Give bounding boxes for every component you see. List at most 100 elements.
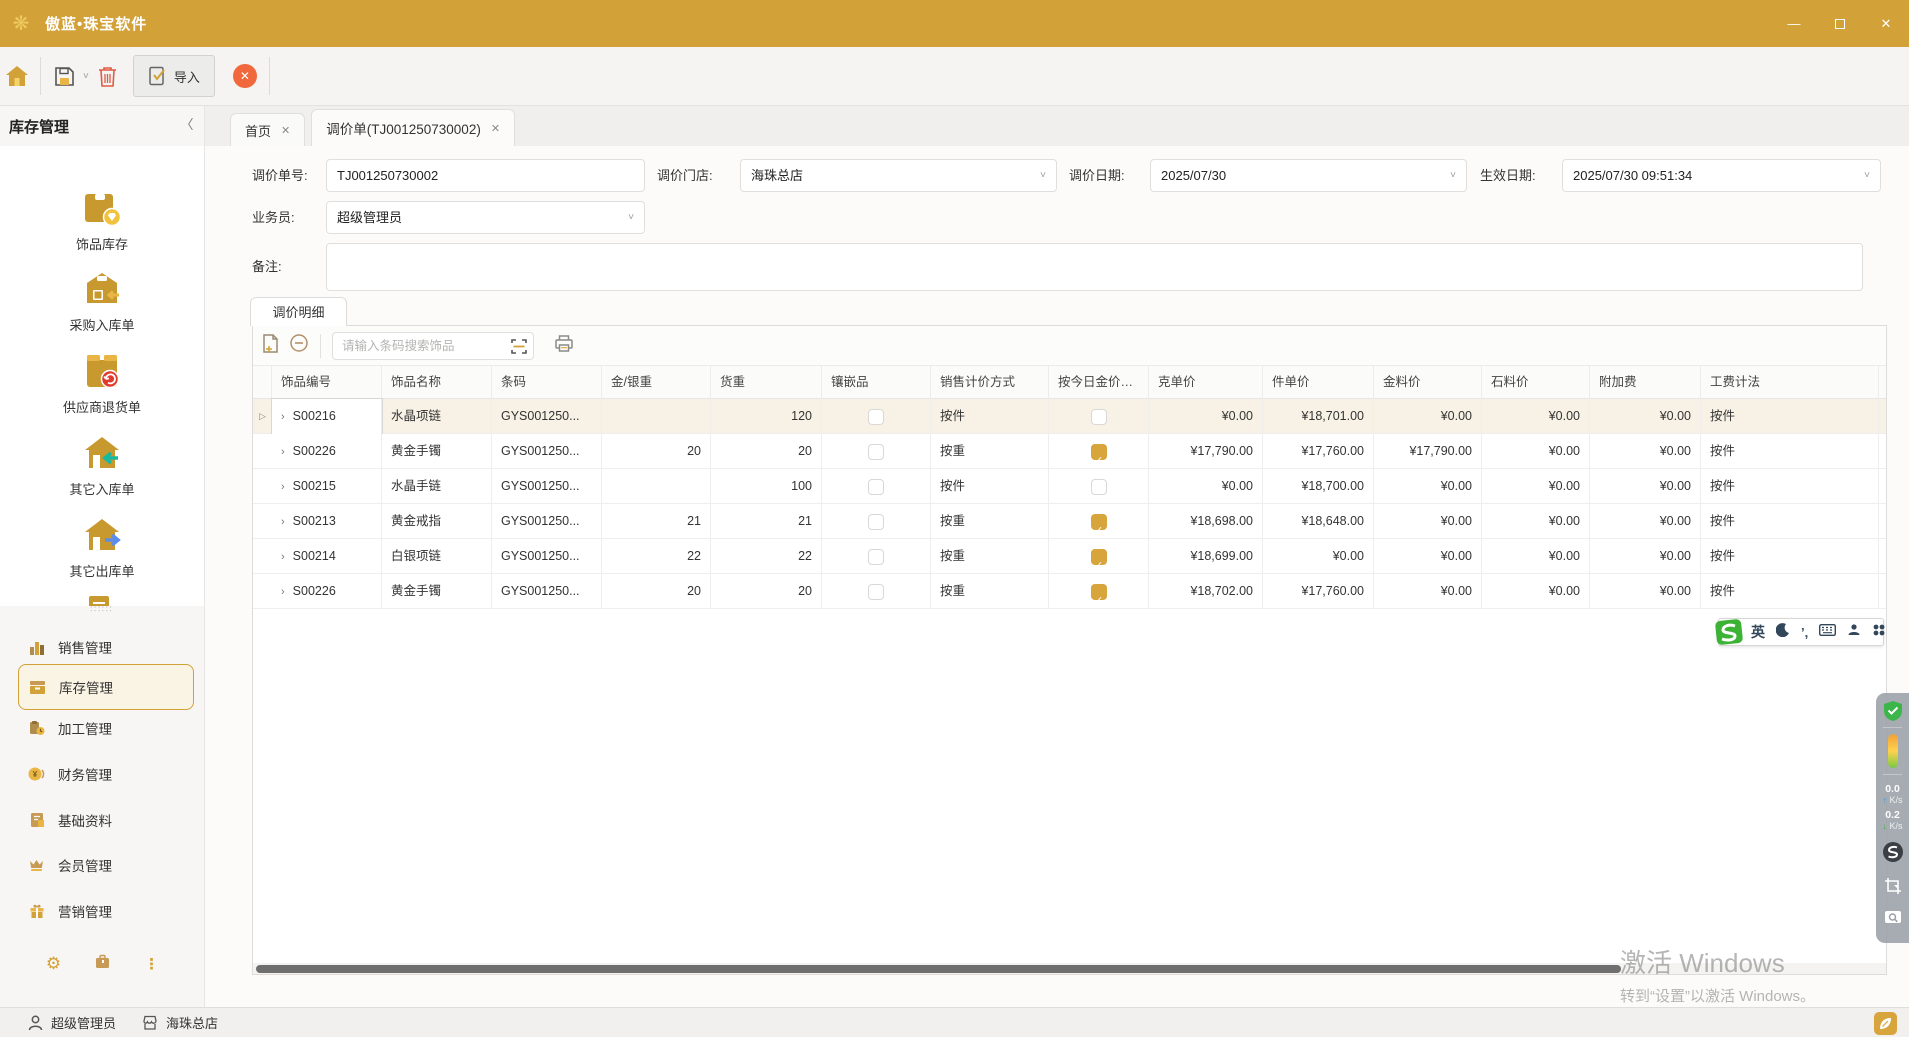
table-row[interactable]: ›S00214白银项链GYS001250...2222按重¥18,699.00¥… [253, 539, 1887, 574]
row-expand-icon[interactable]: › [281, 586, 285, 598]
unchecked-checkbox-icon[interactable] [868, 549, 884, 565]
grid-cell[interactable]: ¥0.00 [1374, 469, 1482, 504]
grid-cell[interactable]: ¥0.00 [1590, 399, 1701, 434]
grid-cell[interactable]: ¥0.00 [1482, 399, 1590, 434]
grid-cell[interactable]: ¥0.00 [1149, 469, 1263, 504]
grid-cell[interactable]: ¥0.00 [1590, 574, 1701, 609]
checkbox-cell[interactable] [1049, 434, 1149, 469]
column-header[interactable]: 按今日金价… [1049, 366, 1149, 399]
column-header[interactable]: 金/银重 [602, 366, 711, 399]
ime-moon-icon[interactable] [1776, 623, 1790, 642]
grid-cell[interactable]: 120 [711, 399, 822, 434]
column-header[interactable]: 克单价 [1149, 366, 1263, 399]
grid-cell[interactable]: ¥18,700.00 [1263, 469, 1374, 504]
grid-cell[interactable]: ¥0.00 [1482, 434, 1590, 469]
horizontal-scrollbar[interactable] [253, 963, 1886, 975]
ime-punctuation-icon[interactable]: ’, [1801, 625, 1808, 640]
checkbox-cell[interactable] [1049, 574, 1149, 609]
grid-cell[interactable]: 22 [602, 539, 711, 574]
table-row[interactable]: ›S00215水晶手链GYS001250...100按件¥0.00¥18,700… [253, 469, 1887, 504]
grid-cell[interactable] [602, 399, 711, 434]
grid-cell[interactable] [1879, 574, 1887, 609]
table-row[interactable]: ▷›S00216水晶项链GYS001250...120按件¥0.00¥18,70… [253, 399, 1887, 434]
tab-close-icon[interactable]: ✕ [491, 122, 500, 135]
grid-cell[interactable] [1879, 434, 1887, 469]
grid-cell[interactable]: ¥18,648.00 [1263, 504, 1374, 539]
grid-cell[interactable]: ¥0.00 [1590, 504, 1701, 539]
row-expand-icon[interactable]: › [281, 516, 285, 528]
column-header[interactable]: 镶嵌品 [822, 366, 931, 399]
grid-cell[interactable]: GYS001250... [492, 504, 602, 539]
ime-input-method-icon[interactable] [1847, 623, 1861, 642]
table-row[interactable]: ›S00213黄金戒指GYS001250...2121按重¥18,698.00¥… [253, 504, 1887, 539]
grid-cell[interactable]: ¥18,699.00 [1149, 539, 1263, 574]
grid-cell[interactable]: 按件 [1701, 504, 1879, 539]
grid-cell[interactable]: ¥0.00 [1482, 469, 1590, 504]
unchecked-checkbox-icon[interactable] [868, 409, 884, 425]
checkbox-cell[interactable] [1049, 539, 1149, 574]
sidebar-splitter[interactable]: ∷∷∷ [0, 606, 204, 614]
grid-cell[interactable]: 按重 [931, 574, 1049, 609]
screenshot-icon[interactable] [1884, 877, 1902, 895]
grid-cell-code[interactable]: ›S00226 [272, 574, 382, 609]
grid-cell[interactable]: GYS001250... [492, 539, 602, 574]
order-no-input[interactable]: TJ001250730002 [326, 159, 645, 192]
row-expand-icon[interactable]: › [281, 411, 285, 423]
grid-cell[interactable] [602, 469, 711, 504]
grid-cell[interactable]: 按件 [1701, 574, 1879, 609]
home-button[interactable] [0, 57, 34, 95]
row-expand-icon[interactable]: › [281, 481, 285, 493]
checked-checkbox-icon[interactable] [1091, 549, 1107, 565]
grid-cell[interactable]: 白银项链 [382, 539, 492, 574]
grid-cell[interactable]: ¥0.00 [1590, 469, 1701, 504]
grid-cell[interactable] [1879, 539, 1887, 574]
grid-cell[interactable]: 按件 [931, 399, 1049, 434]
sidebar-item-other-inbound[interactable]: 其它入库单 [0, 433, 204, 498]
checkbox-cell[interactable] [1049, 504, 1149, 539]
briefcase-icon[interactable] [95, 954, 110, 974]
row-expand-icon[interactable]: › [281, 446, 285, 458]
grid-cell[interactable]: ¥17,760.00 [1263, 434, 1374, 469]
column-header[interactable]: 销售计价方式 [931, 366, 1049, 399]
checkbox-cell[interactable] [822, 434, 931, 469]
grid-cell[interactable]: 22 [711, 539, 822, 574]
column-header[interactable]: 饰品编号 [272, 366, 382, 399]
grid-cell[interactable]: 20 [602, 434, 711, 469]
close-window-button[interactable]: ✕ [1863, 0, 1909, 47]
grid-cell[interactable]: 100 [711, 469, 822, 504]
delete-button[interactable] [91, 57, 125, 95]
checkbox-cell[interactable] [1049, 399, 1149, 434]
column-header[interactable]: 金料价 [1374, 366, 1482, 399]
grid-cell[interactable]: ¥0.00 [1482, 574, 1590, 609]
salesman-select[interactable]: 超级管理员˅ [326, 201, 645, 234]
grid-cell[interactable]: ¥18,698.00 [1149, 504, 1263, 539]
menu-item-members[interactable]: 会员管理 [18, 847, 194, 883]
grid-cell[interactable]: ¥0.00 [1149, 399, 1263, 434]
grid-cell[interactable]: 按件 [1701, 539, 1879, 574]
menu-item-finance[interactable]: ¥ 财务管理 [18, 756, 194, 792]
unchecked-checkbox-icon[interactable] [868, 584, 884, 600]
save-dropdown-button[interactable]: ˅ [83, 71, 89, 82]
grid-cell[interactable]: ¥18,701.00 [1263, 399, 1374, 434]
checkbox-cell[interactable] [1049, 469, 1149, 504]
column-header[interactable]: 饰品名称 [382, 366, 492, 399]
unchecked-checkbox-icon[interactable] [1091, 409, 1107, 425]
detail-tab[interactable]: 调价明细 [250, 297, 347, 326]
barcode-search-input[interactable]: 请输入条码搜索饰品 [332, 332, 534, 360]
column-header[interactable]: 附加费 [1590, 366, 1701, 399]
checkbox-cell[interactable] [822, 469, 931, 504]
column-header[interactable]: 销售单价 [1879, 366, 1887, 399]
grid-cell[interactable]: ¥18,702.00 [1149, 574, 1263, 609]
grid-cell[interactable]: 20 [602, 574, 711, 609]
grid-cell-code[interactable]: ›S00226 [272, 434, 382, 469]
grid-cell[interactable] [1879, 399, 1887, 434]
checked-checkbox-icon[interactable] [1091, 584, 1107, 600]
grid-cell[interactable]: 按件 [1701, 469, 1879, 504]
scrollbar-thumb[interactable] [256, 965, 1621, 973]
screen-search-icon[interactable] [1884, 909, 1902, 924]
menu-item-marketing[interactable]: 营销管理 [18, 893, 194, 929]
more-options-icon[interactable]: ⋮ [144, 955, 159, 973]
column-header[interactable]: 工费计法 [1701, 366, 1879, 399]
table-row[interactable]: ›S00226黄金手镯GYS001250...2020按重¥17,790.00¥… [253, 434, 1887, 469]
menu-item-basic-data[interactable]: 基础资料 [18, 802, 194, 838]
